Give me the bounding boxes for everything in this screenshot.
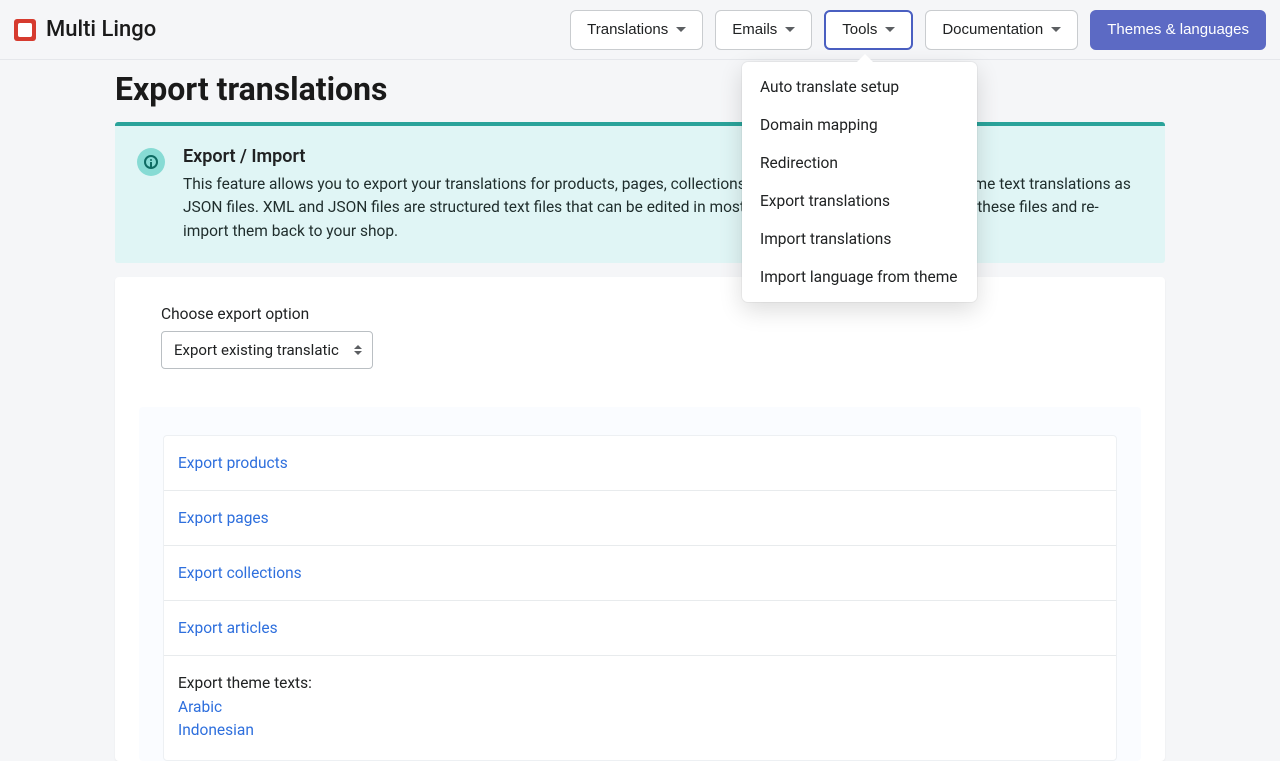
list-item: Export articles [164,601,1116,656]
list-item: Export products [164,436,1116,491]
export-list: Export products Export pages Export coll… [163,435,1117,761]
export-collections-link[interactable]: Export collections [178,564,302,582]
list-item: Export pages [164,491,1116,546]
page-title: Export translations [115,70,1165,108]
top-bar: Multi Lingo Translations Emails Tools Do… [0,0,1280,60]
page-container: Export translations Export / Import This… [115,60,1165,761]
nav-tools[interactable]: Tools [824,10,913,50]
select-arrows-icon [354,345,362,355]
nav-emails[interactable]: Emails [715,10,812,50]
menu-import-language-theme[interactable]: Import language from theme [742,258,977,296]
export-articles-link[interactable]: Export articles [178,619,278,637]
menu-auto-translate[interactable]: Auto translate setup [742,68,977,106]
nav-tools-label: Tools [842,21,877,38]
brand-name: Multi Lingo [46,17,156,42]
export-option-label: Choose export option [161,305,1119,323]
export-pages-link[interactable]: Export pages [178,509,269,527]
export-option-value: Export existing translatic [174,341,339,359]
info-icon [144,155,158,169]
info-body: This feature allows you to export your t… [183,173,1143,243]
nav-translations-label: Translations [587,21,668,38]
export-theme-texts-label: Export theme texts: [178,674,1102,692]
nav-documentation[interactable]: Documentation [925,10,1078,50]
export-list-wrap: Export products Export pages Export coll… [139,407,1141,761]
tools-dropdown: Auto translate setup Domain mapping Redi… [742,62,977,302]
info-icon-wrap [137,148,165,176]
brand-logo-icon [14,19,36,41]
info-banner: Export / Import This feature allows you … [115,122,1165,263]
nav-documentation-label: Documentation [942,21,1043,38]
nav-emails-label: Emails [732,21,777,38]
list-item: Export collections [164,546,1116,601]
brand: Multi Lingo [14,17,156,42]
menu-export-translations[interactable]: Export translations [742,182,977,220]
chevron-down-icon [785,27,795,32]
info-title: Export / Import [183,146,1143,167]
nav-translations[interactable]: Translations [570,10,703,50]
menu-domain-mapping[interactable]: Domain mapping [742,106,977,144]
nav-themes-label: Themes & languages [1107,21,1249,38]
nav-themes-languages[interactable]: Themes & languages [1090,10,1266,50]
list-item: Export theme texts: Arabic Indonesian [164,656,1116,761]
export-option-select[interactable]: Export existing translatic [161,331,373,369]
export-products-link[interactable]: Export products [178,454,288,472]
chevron-down-icon [676,27,686,32]
info-content: Export / Import This feature allows you … [183,146,1143,243]
export-theme-indonesian-link[interactable]: Indonesian [178,719,1102,742]
main-nav: Translations Emails Tools Documentation … [570,10,1266,50]
chevron-down-icon [885,27,895,32]
export-theme-arabic-link[interactable]: Arabic [178,696,1102,719]
chevron-down-icon [1051,27,1061,32]
menu-redirection[interactable]: Redirection [742,144,977,182]
export-panel: Choose export option Export existing tra… [115,277,1165,761]
menu-import-translations[interactable]: Import translations [742,220,977,258]
